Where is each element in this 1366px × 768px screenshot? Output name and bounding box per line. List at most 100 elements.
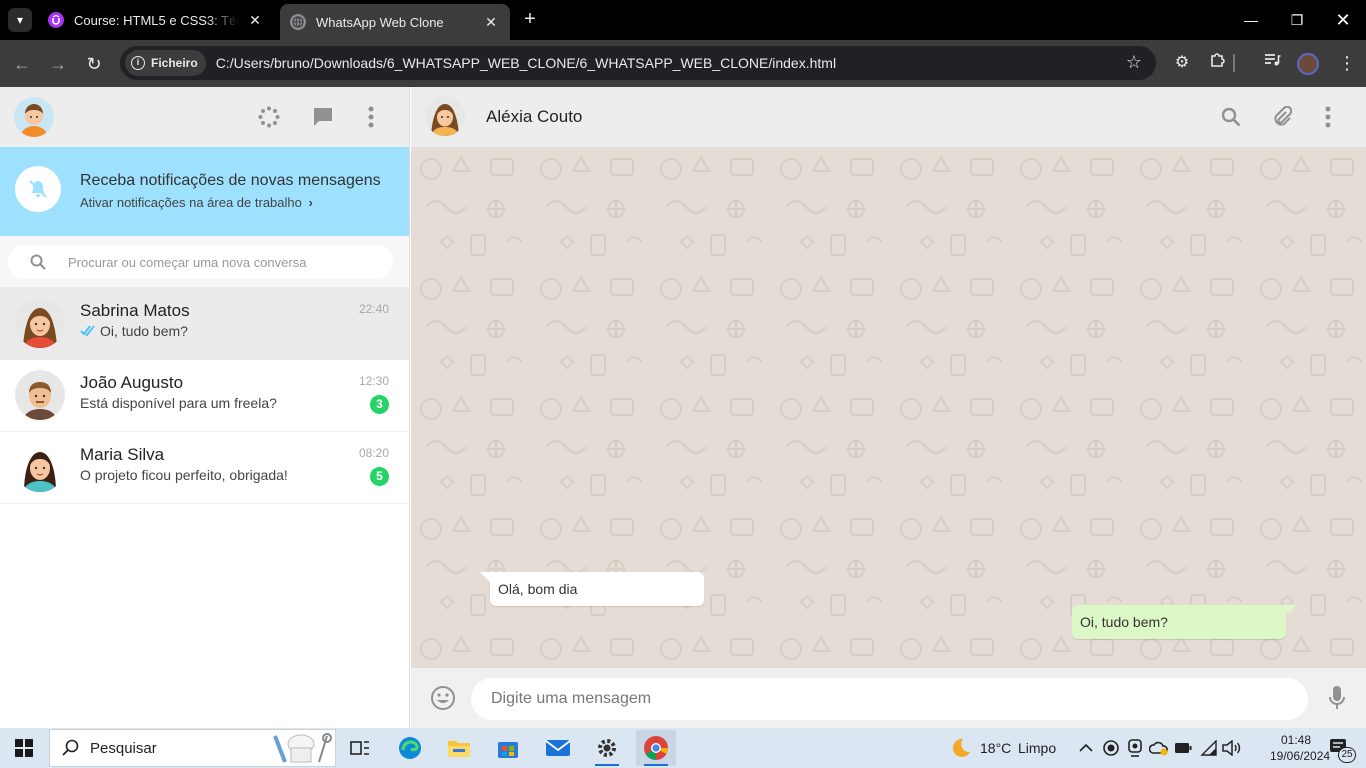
chat-list-item[interactable]: Sabrina Matos Oi, tudo bem? 22:40 [0, 288, 409, 360]
new-tab-button[interactable]: + [518, 8, 542, 32]
message-area: Olá, bom dia Oi, tudo bem? [411, 147, 1366, 668]
clock-time: 01:48 [1280, 733, 1312, 747]
new-chat-icon[interactable] [309, 103, 337, 131]
last-message: Oi, tudo bem? [80, 323, 188, 339]
clock-date: 19/06/2024 [1270, 749, 1331, 763]
sidebar: Receba notificações de novas mensagens A… [0, 87, 410, 728]
browser-toolbar: ← → ↻ i Ficheiro C:/Users/bruno/Download… [0, 40, 1366, 87]
search-area [0, 236, 409, 288]
taskbar-search[interactable]: Pesquisar [49, 729, 336, 767]
close-window-icon[interactable]: ✕ [1320, 6, 1366, 34]
back-icon[interactable]: ← [8, 50, 36, 78]
toolbar-divider [1233, 54, 1235, 72]
close-icon[interactable]: ✕ [246, 12, 264, 29]
message-time: 08:20 [358, 446, 389, 460]
emoji-icon[interactable] [429, 684, 457, 712]
moon-weather-icon[interactable] [940, 730, 980, 766]
notification-subtitle: Ativar notificações na área de trabalho [80, 195, 302, 210]
tab-title: Course: HTML5 e CSS3: Técnicas [74, 12, 240, 28]
reload-icon[interactable]: ↻ [80, 50, 108, 78]
microphone-icon[interactable] [1323, 684, 1351, 712]
taskbar-search-label: Pesquisar [90, 739, 157, 757]
forward-icon[interactable]: → [44, 50, 72, 78]
menu-dots-icon[interactable] [1314, 103, 1342, 131]
edge-browser-icon[interactable] [390, 730, 430, 766]
unread-badge: 5 [370, 467, 389, 486]
site-chip-label: Ficheiro [151, 56, 198, 70]
outgoing-message: Oi, tudo bem? [1072, 605, 1296, 639]
restore-icon[interactable]: ❐ [1274, 6, 1320, 34]
search-icon[interactable] [1217, 103, 1245, 131]
extensions-puzzle-icon[interactable] [1206, 51, 1230, 75]
tab-course[interactable]: Course: HTML5 e CSS3: Técnicas ✕ [38, 4, 274, 36]
contact-name: Sabrina Matos [80, 301, 190, 320]
notification-count-badge: 25 [1338, 747, 1356, 763]
message-time: 12:30 [358, 374, 389, 388]
search-icon [62, 739, 79, 756]
mail-icon[interactable] [538, 730, 578, 766]
search-icon [30, 254, 46, 270]
battery-icon[interactable] [1170, 730, 1196, 766]
tab-search-button[interactable]: ▾ [8, 8, 32, 32]
menu-dots-icon[interactable] [357, 103, 385, 131]
last-message-text: Oi, tudo bem? [100, 323, 188, 339]
sidebar-header [0, 87, 409, 147]
chevron-up-icon[interactable] [1072, 730, 1100, 766]
search-highlight-illustration-icon [273, 733, 332, 763]
windows-taskbar: Pesquisar 18°C Limpo 01:48 19/06/2024 25 [0, 728, 1366, 768]
globe-icon [290, 14, 306, 30]
unread-badge: 3 [370, 395, 389, 414]
minimize-icon[interactable]: — [1228, 6, 1274, 34]
tab-whatsapp-clone[interactable]: WhatsApp Web Clone ✕ [280, 4, 510, 40]
last-message: O projeto ficou perfeito, obrigada! [80, 467, 288, 483]
microsoft-store-icon[interactable] [488, 730, 528, 766]
site-info-chip[interactable]: i Ficheiro [125, 50, 206, 76]
attach-clip-icon[interactable] [1268, 103, 1296, 131]
file-explorer-icon[interactable] [439, 730, 479, 766]
notification-banner[interactable]: Receba notificações de novas mensagens A… [0, 147, 409, 236]
browser-tab-bar: ▾ Course: HTML5 e CSS3: Técnicas ✕ Whats… [0, 0, 1366, 40]
address-bar[interactable]: i Ficheiro C:/Users/bruno/Downloads/6_WH… [120, 46, 1156, 80]
user-avatar[interactable] [14, 97, 54, 137]
message-composer [411, 668, 1366, 728]
notification-title: Receba notificações de novas mensagens [80, 172, 381, 189]
double-check-icon [80, 325, 95, 337]
chat-list-item[interactable]: João Augusto Está disponível para um fre… [0, 360, 409, 432]
close-icon[interactable]: ✕ [482, 14, 500, 31]
chrome-icon[interactable] [636, 730, 676, 766]
volume-icon[interactable] [1218, 730, 1244, 766]
contact-avatar[interactable] [425, 96, 465, 136]
notification-link[interactable]: Ativar notificações na área de trabalho … [80, 195, 313, 210]
url-text: C:/Users/bruno/Downloads/6_WHATSAPP_WEB_… [215, 55, 837, 71]
profile-avatar[interactable] [1297, 53, 1319, 75]
message-time: 22:40 [358, 302, 389, 316]
extension-gear-icon[interactable]: ⚙ [1170, 51, 1194, 75]
search-box[interactable] [8, 245, 393, 279]
last-message-text: O projeto ficou perfeito, obrigada! [80, 467, 288, 483]
settings-gear-icon[interactable] [587, 730, 627, 766]
conversation-header: Aléxia Couto [411, 87, 1366, 147]
weather-temperature: 18°C [980, 740, 1012, 756]
chevron-right-icon: › [308, 195, 313, 210]
contact-avatar [15, 298, 65, 348]
onedrive-icon[interactable] [1146, 730, 1172, 766]
whatsapp-app: Receba notificações de novas mensagens A… [0, 87, 1366, 728]
bookmark-star-icon[interactable]: ☆ [1126, 52, 1142, 73]
contact-avatar [15, 442, 65, 492]
browser-menu-icon[interactable]: ⋮ [1335, 51, 1359, 75]
windows-start-icon[interactable] [4, 730, 44, 766]
search-input[interactable] [68, 254, 368, 270]
info-icon: i [131, 56, 145, 70]
media-playlist-icon[interactable] [1260, 51, 1284, 75]
webcam-icon[interactable] [1122, 730, 1148, 766]
taskbar-clock[interactable]: 01:48 19/06/2024 [1270, 732, 1331, 764]
status-icon[interactable] [255, 103, 283, 131]
weather-description: Limpo [1018, 740, 1057, 756]
chat-list-item[interactable]: Maria Silva O projeto ficou perfeito, ob… [0, 432, 409, 504]
record-icon[interactable] [1098, 730, 1124, 766]
notification-center-icon[interactable]: 25 [1320, 730, 1360, 766]
tab-title: WhatsApp Web Clone [316, 14, 444, 30]
task-view-icon[interactable] [340, 730, 380, 766]
contact-name: Maria Silva [80, 445, 165, 464]
message-input[interactable] [471, 678, 1308, 720]
